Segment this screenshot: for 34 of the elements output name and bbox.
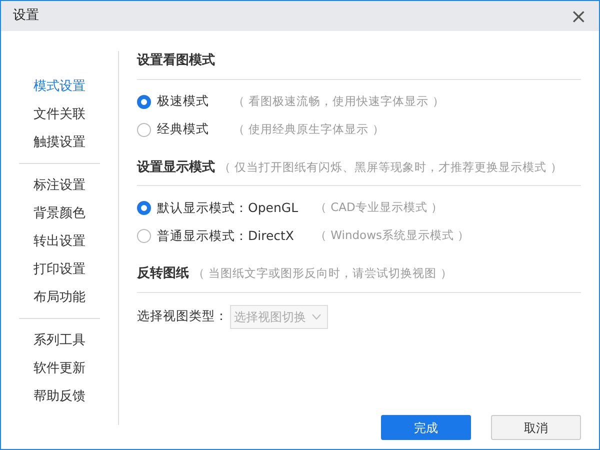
done-button[interactable]: 完成 <box>381 415 471 440</box>
radio-button[interactable] <box>137 122 151 136</box>
sidebar-item[interactable]: 系列工具 <box>34 327 86 355</box>
sidebar-item[interactable]: 背景颜色 <box>34 200 86 228</box>
sidebar-item[interactable]: 打印设置 <box>34 256 86 284</box>
option-hint: （ 使用经典原生字体显示 ） <box>233 120 384 138</box>
field-label: 选择视图类型： <box>137 307 228 326</box>
sidebar-item[interactable]: 标注设置 <box>34 172 86 200</box>
cancel-button[interactable]: 取消 <box>491 415 581 440</box>
close-button[interactable]: × <box>566 6 591 26</box>
option-label[interactable]: 普通显示模式：DirectX <box>157 226 315 246</box>
section-hint: （ 仅当打开图纸有闪烁、黑屏等现象时，才推荐更换显示模式 ） <box>219 158 562 176</box>
sidebar-item[interactable]: 转出设置 <box>34 228 86 256</box>
sidebar-item[interactable]: 模式设置 <box>34 73 86 101</box>
radio-button[interactable] <box>137 229 151 243</box>
radio-button[interactable] <box>137 94 151 108</box>
sidebar-item[interactable]: 触摸设置 <box>34 129 86 157</box>
section-title: 设置显示模式 <box>137 158 215 176</box>
sidebar-item[interactable]: 文件关联 <box>34 101 86 129</box>
sidebar-item[interactable]: 软件更新 <box>34 355 86 383</box>
window-title: 设置 <box>13 7 39 26</box>
option-hint: （ 看图极速流畅，使用快速字体显示 ） <box>233 92 444 110</box>
sidebar-item[interactable]: 布局功能 <box>34 284 86 312</box>
option-hint: （ Windows系统显示模式 ） <box>315 227 470 244</box>
section-title: 设置看图模式 <box>137 52 215 70</box>
caret-icon <box>312 314 321 320</box>
option-label[interactable]: 默认显示模式：OpenGL <box>157 198 315 218</box>
option-label[interactable]: 经典模式 <box>157 120 233 139</box>
option-hint: （ CAD专业显示模式 ） <box>315 199 444 216</box>
sidebar-item[interactable]: 帮助反馈 <box>34 383 86 411</box>
section-title: 反转图纸 <box>137 265 189 283</box>
option-label[interactable]: 极速模式 <box>157 92 233 111</box>
radio-button[interactable] <box>137 201 151 215</box>
section-hint: （ 当图纸文字或图形反向时，请尝试切换视图 ） <box>193 265 452 282</box>
